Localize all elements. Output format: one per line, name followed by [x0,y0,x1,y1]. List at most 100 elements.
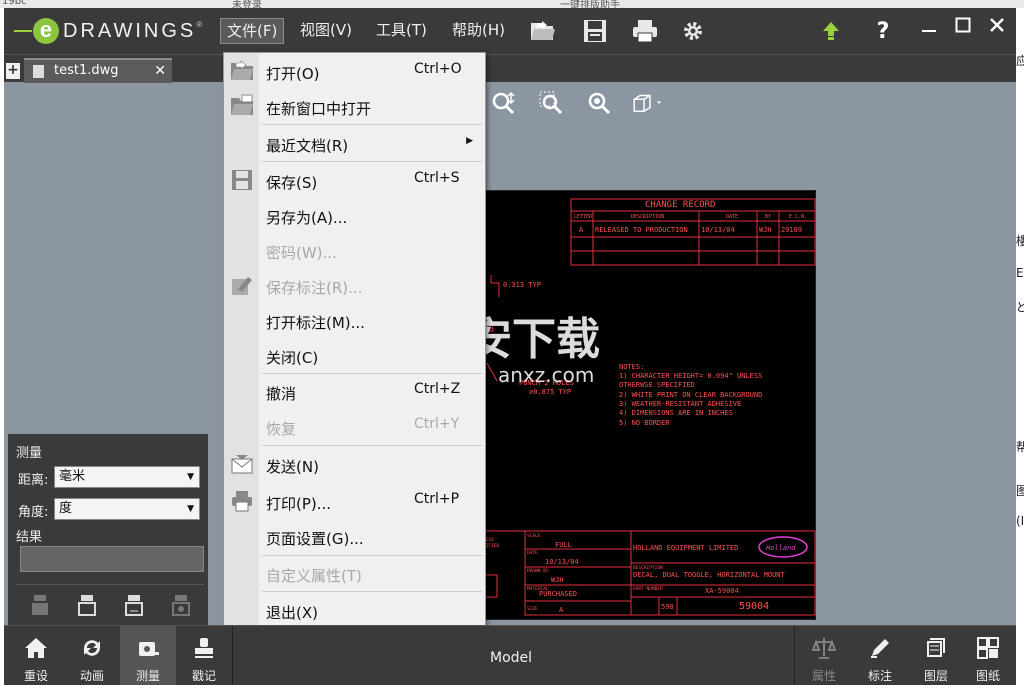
file-menu-item[interactable]: 关闭(C) [224,339,485,373]
upload-arrow-icon[interactable] [816,16,846,46]
zoom-icon[interactable] [584,88,614,118]
area-measure-icon[interactable] [171,593,191,617]
distance-measure-icon[interactable] [77,593,97,617]
cr-header: LETTER [574,214,593,220]
measure-button[interactable]: 测量 [120,626,176,685]
tb-company: HOLLAND EQUIPMENT LIMITED [633,544,738,552]
menu-item-shortcut: Ctrl+Y [414,416,460,432]
menu-item-label: 退出(X) [266,604,318,622]
angle-unit-select[interactable]: 度 ▼ [54,498,200,520]
stamp-button[interactable]: 戳记 [176,626,232,685]
file-menu-item[interactable]: 打开标注(M)... [224,304,485,338]
distance-label: 距离: [18,473,49,488]
file-menu-item[interactable]: 发送(N) [224,448,485,482]
chevron-down-icon: ▼ [187,472,194,482]
menu-separator [262,591,482,592]
distance-unit-select[interactable]: 毫米 ▼ [54,466,200,488]
note-line: 1) CHARACTER HEIGHT= 0.094" UNLESS [619,372,762,380]
file-menu-item[interactable]: 退出(X) [224,594,485,628]
tb-date: 10/13/04 [545,558,579,566]
file-menu-item[interactable]: 打开(O) Ctrl+O [224,55,485,89]
menu-separator [262,445,482,446]
file-menu-item[interactable]: 在新窗口中打开 [224,90,485,124]
note-line: 3) WEATHER-RESISTANT ADHESIVE [619,400,741,408]
minimize-button[interactable] [912,12,946,38]
watermark-text: 安下载 [468,314,600,365]
menu-file[interactable]: 文件(F) [220,18,285,44]
close-tab-icon[interactable]: ✕ [154,60,166,82]
file-menu-item[interactable]: 打印(P)... Ctrl+P [224,485,485,519]
home-icon [25,638,47,658]
tb-label: MATERIAL [527,586,549,592]
note-line: 4) DIMENSIONS ARE IN INCHES [619,409,733,417]
layers-button[interactable]: 图层 [908,626,964,685]
save-markup-icon [230,273,254,297]
document-tab[interactable]: test1.dwg ✕ [24,58,172,83]
view-cube-icon[interactable] [632,88,662,118]
tb-brand: Holland [765,544,796,552]
file-menu-item[interactable]: 保存标注(R)... [224,269,485,303]
menu-view[interactable]: 视图(V) [294,18,358,44]
angle-unit-value: 度 [59,501,73,516]
submenu-arrow-icon: ▶ [466,136,473,146]
reset-button[interactable]: 重设 [8,626,64,685]
tb-label: DRAWN BY [527,568,549,574]
settings-gear-icon[interactable] [678,16,708,46]
point-to-point-icon[interactable] [30,593,50,617]
cr-header: DESCRIPTION [631,214,664,220]
desktop-text: 樓 [1016,234,1024,248]
note-line: 5) NO BORDER [619,419,670,427]
result-field[interactable] [20,546,204,572]
maximize-button[interactable] [946,12,980,38]
stamp-icon [195,638,213,658]
pencil-icon [871,639,889,658]
animate-button[interactable]: 动画 [64,626,120,685]
stamp-label: 戳记 [191,669,216,683]
drawing-canvas: CHANGE RECORD LETTER DESCRIPTION DATE BY… [481,198,816,616]
dim-text: 0.313 TYP [503,281,541,289]
desktop-text: 19bc [2,0,27,7]
tb-label: DATE [527,550,538,556]
open-new-window-icon [230,94,254,118]
file-menu-item[interactable]: 另存为(A)... [224,199,485,233]
file-menu-item[interactable]: 恢复 Ctrl+Y [224,410,485,444]
menu-item-shortcut: Ctrl+Z [414,381,461,397]
print-icon[interactable] [630,16,660,46]
markup-button[interactable]: 标注 [852,626,908,685]
desktop-text: 应 [1016,54,1024,68]
distance-row: 距离: 毫米 ▼ [14,466,204,488]
file-menu-item[interactable]: 最近文档(R) ▶ [224,127,485,161]
zoom-area-icon[interactable] [536,88,566,118]
menu-item-label: 关闭(C) [266,349,319,367]
save-icon[interactable] [580,16,610,46]
file-menu-item[interactable]: 密码(W)... [224,234,485,268]
layers-icon [927,638,945,657]
close-window-button[interactable] [980,12,1014,38]
sheets-icon [977,637,999,659]
cr-header: BY [765,214,771,220]
help-question-icon[interactable]: ? [868,16,898,46]
properties-button[interactable]: 属性 [796,626,852,685]
file-menu-item[interactable]: 自定义属性(T) [224,557,485,591]
file-icon [33,65,44,78]
desktop-text: E [1016,266,1024,280]
measure-title: 测量 [16,446,43,461]
desktop-text: 未登录 [232,0,262,8]
menu-tools[interactable]: 工具(T) [370,18,433,44]
new-tab-button[interactable]: + [6,63,20,79]
divider [794,626,795,685]
open-folder-icon[interactable] [528,16,558,46]
zoom-fit-icon[interactable] [488,88,518,118]
file-menu-item[interactable]: 页面设置(G)... [224,520,485,554]
desktop-right-strip: 应 樓 E ど 帮 图 (I [1016,8,1024,685]
desktop-text: 一键排版助手 [560,0,620,8]
tb-desc: DECAL, DUAL TOGGLE, HORIZONTAL MOUNT [633,571,786,579]
file-menu-item[interactable]: 撤消 Ctrl+Z [224,375,485,409]
cr-cell: A [579,226,584,234]
distance-unit-value: 毫米 [59,469,86,484]
menu-help[interactable]: 帮助(H) [446,18,511,44]
drawing-sheet[interactable]: CHANGE RECORD LETTER DESCRIPTION DATE BY… [480,190,816,620]
sheets-button[interactable]: 图纸 [960,626,1016,685]
file-menu-item[interactable]: 保存(S) Ctrl+S [224,164,485,198]
angle-measure-icon[interactable] [124,593,144,617]
